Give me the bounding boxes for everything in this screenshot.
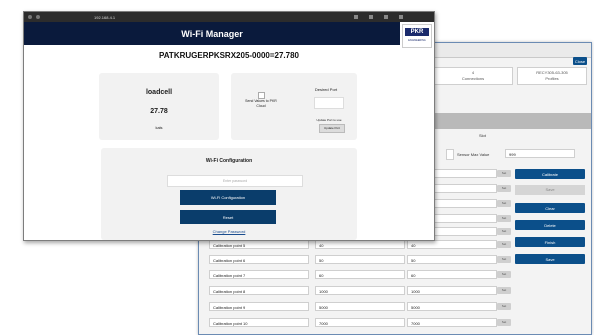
calibration-input-b[interactable]: 7000 <box>407 318 497 327</box>
stat-profiles: RECY305-63-305 Profiles <box>517 67 587 85</box>
calibration-row: Calibration point 6 50 50 Set <box>209 255 511 265</box>
set-button[interactable]: Set <box>497 241 511 248</box>
set-button[interactable]: Set <box>497 200 511 207</box>
calibration-row: Calibration point 7 60 60 Set <box>209 270 511 280</box>
device-title: PATKRUGERPKSRX205-0000=27.780 <box>159 51 299 60</box>
calibration-row: Calibration point 9 5000 5000 Set <box>209 302 511 312</box>
desired-port-input[interactable] <box>314 97 344 109</box>
calibration-label: Calibration point 9 <box>209 302 309 311</box>
calibration-input-a[interactable]: 40 <box>315 240 405 249</box>
wifi-configure-button[interactable]: Wi-Fi Configuration <box>180 190 276 205</box>
wifi-config-card: Wi-Fi Configuration Enter password Wi-Fi… <box>101 148 357 240</box>
set-button[interactable]: Set <box>497 319 511 326</box>
brand-logo-text: PKR <box>405 28 429 36</box>
wifi-config-title: Wi-Fi Configuration <box>205 158 253 164</box>
brand-logo: PKR ENGINEERING <box>402 24 432 48</box>
calibration-row: Calibration point 10 7000 7000 Set <box>209 318 511 328</box>
calibration-row: Calibration point 8 1000 1000 Set <box>209 286 511 296</box>
set-button[interactable]: Set <box>497 215 511 222</box>
calibration-input-a[interactable]: 7000 <box>315 318 405 327</box>
sensor-card: loadcell 27.78 kals <box>99 73 219 140</box>
small-field[interactable] <box>446 149 454 160</box>
back-icon[interactable] <box>28 15 32 19</box>
set-button[interactable]: Set <box>497 271 511 278</box>
wifi-password-input[interactable]: Enter password <box>167 175 303 187</box>
sensor-value: 27.78 <box>150 108 168 115</box>
stat-label: Connections <box>461 76 485 81</box>
calibration-input-b[interactable]: 5000 <box>407 302 497 311</box>
stat-connections: 4 Connections <box>433 67 513 85</box>
update-port-button[interactable]: Update Port <box>319 124 345 133</box>
delete-button[interactable]: Delete <box>515 220 585 230</box>
stat-label: Profiles <box>545 76 559 81</box>
calibration-input-b[interactable]: 60 <box>407 270 497 279</box>
set-button[interactable]: Set <box>497 228 511 235</box>
calibration-label: Calibration point 6 <box>209 255 309 264</box>
calibration-input-b[interactable]: 40 <box>407 240 497 249</box>
calibrate-button[interactable]: Calibrate <box>515 169 585 179</box>
cloud-upload-card: Send Values to PKR Cloud Desired Port Up… <box>231 73 357 140</box>
calibration-row: Calibration point 5 40 40 Set <box>209 240 511 250</box>
calibration-input-a[interactable]: 60 <box>315 270 405 279</box>
profile-icon[interactable] <box>384 15 388 19</box>
calibration-input-a[interactable]: 1000 <box>315 286 405 295</box>
forward-icon[interactable] <box>36 15 40 19</box>
finish-button[interactable]: Finish <box>515 237 585 247</box>
calibration-label: Calibration point 8 <box>209 286 309 295</box>
page-title: Wi-Fi Manager <box>181 28 243 39</box>
calibration-input-a[interactable]: 50 <box>315 255 405 264</box>
set-button[interactable]: Set <box>497 303 511 310</box>
sensor-max-label: Sensor Max Value <box>457 152 490 157</box>
tab-slot[interactable]: Slot <box>479 133 486 138</box>
calibration-input-b[interactable]: 50 <box>407 255 497 264</box>
set-button[interactable]: Set <box>497 287 511 294</box>
calibration-input-b[interactable]: 1000 <box>407 286 497 295</box>
calibration-input-a[interactable]: 5000 <box>315 302 405 311</box>
back-close-button[interactable]: Close <box>573 57 587 65</box>
port-note: Update Port to use <box>316 118 342 122</box>
extension-icon[interactable] <box>354 15 358 19</box>
clear-button[interactable]: Clear <box>515 203 585 213</box>
sensor-name: loadcell <box>145 89 173 96</box>
calibration-label: Calibration point 10 <box>209 318 309 327</box>
set-button[interactable]: Set <box>497 256 511 263</box>
desired-port-label: Desired Port <box>314 87 338 92</box>
set-button[interactable]: Set <box>497 170 511 177</box>
save-button[interactable]: Save <box>515 254 585 264</box>
extension-icon[interactable] <box>369 15 373 19</box>
set-button[interactable]: Set <box>497 185 511 192</box>
calibration-label: Calibration point 5 <box>209 240 309 249</box>
reset-button[interactable]: Reset <box>180 210 276 224</box>
browser-toolbar: 192.168.4.1 <box>24 12 434 22</box>
send-to-cloud-label: Send Values to PKR Cloud <box>245 99 277 108</box>
sensor-max-input[interactable]: 999 <box>505 149 575 158</box>
change-password-link[interactable]: Change Password <box>101 229 357 234</box>
save-disabled-button[interactable]: Save <box>515 185 585 195</box>
page-header: Wi-Fi Manager <box>24 22 400 45</box>
address-bar[interactable]: 192.168.4.1 <box>94 15 115 20</box>
brand-logo-subtext: ENGINEERING <box>408 39 426 42</box>
send-to-cloud-checkbox[interactable] <box>258 92 265 99</box>
section-bar <box>435 113 591 129</box>
sensor-unit: kals <box>155 125 163 130</box>
menu-icon[interactable] <box>399 15 403 19</box>
wifi-manager-window: 192.168.4.1 Wi-Fi Manager PKR ENGINEERIN… <box>23 11 435 241</box>
calibration-label: Calibration point 7 <box>209 270 309 279</box>
